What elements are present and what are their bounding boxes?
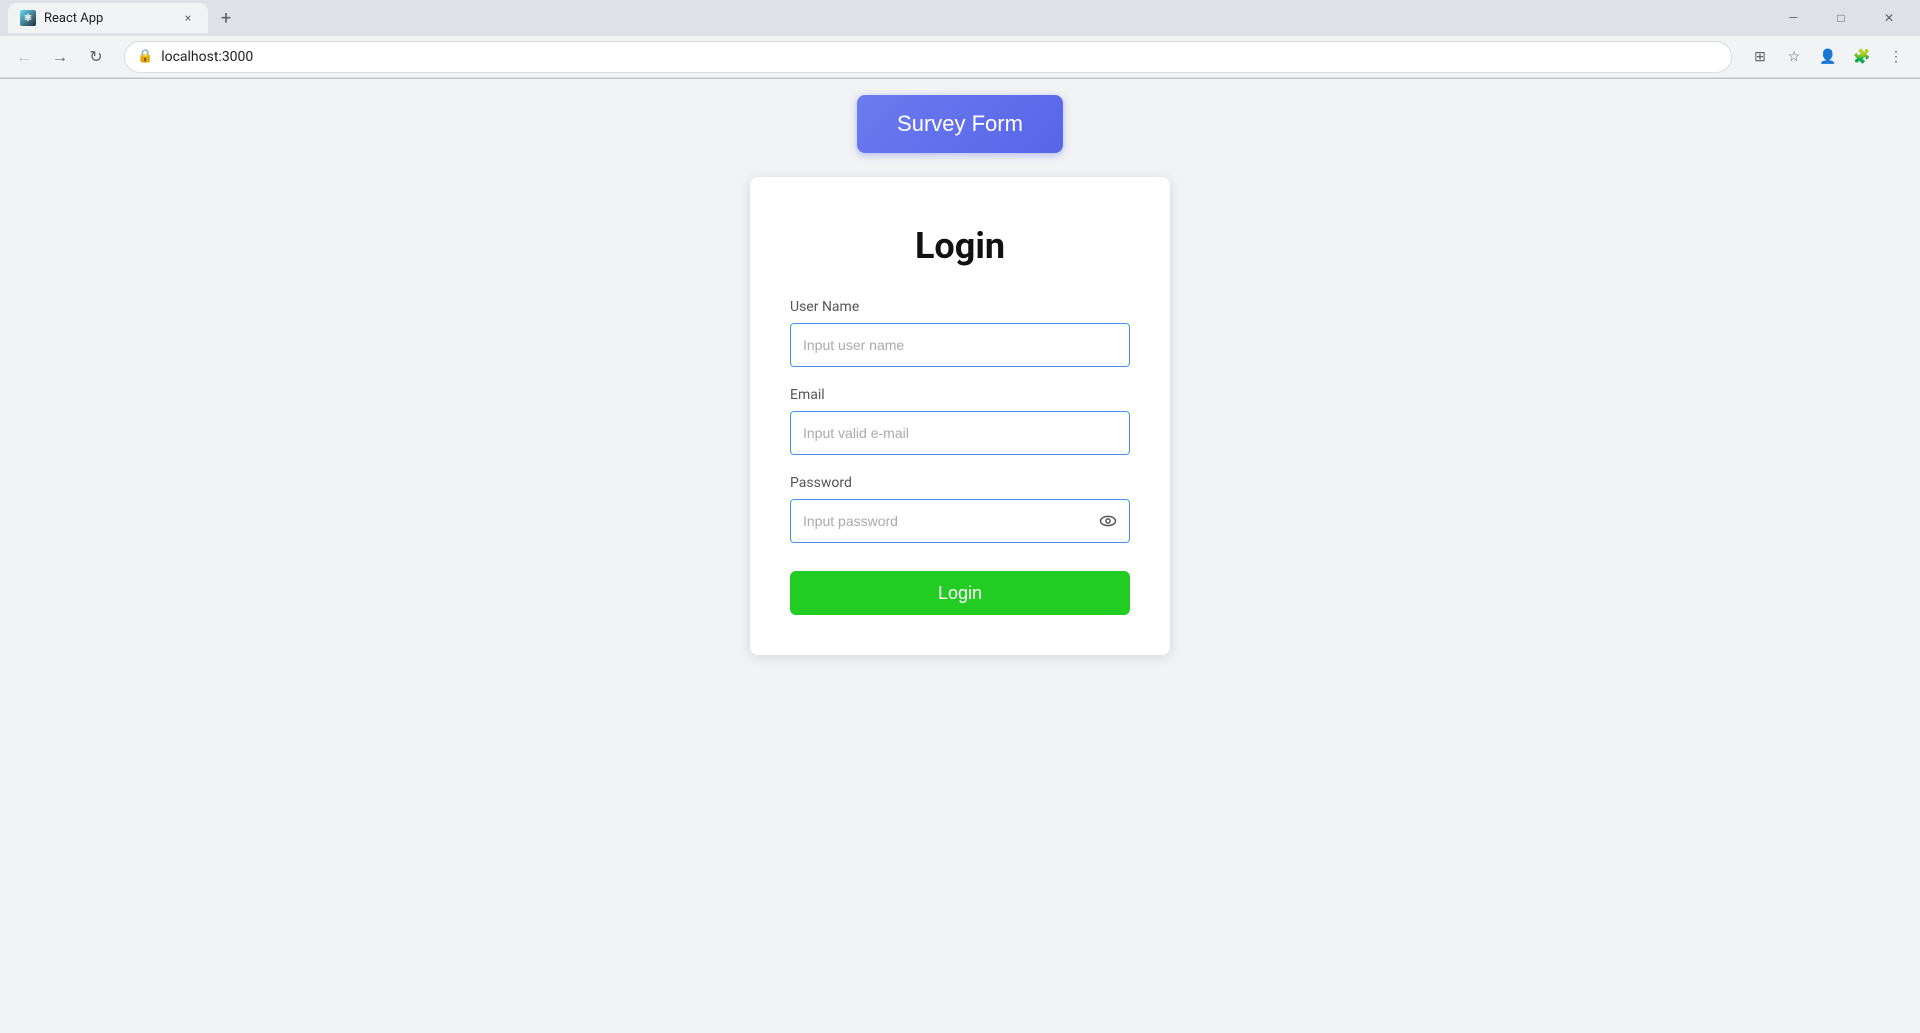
login-title: Login [790,225,1130,267]
login-card: Login User Name Email Password Login [750,177,1170,655]
login-button[interactable]: Login [790,571,1130,615]
lock-icon: 🔒 [137,49,153,64]
password-form-group: Password [790,475,1130,543]
url-text: localhost:3000 [161,49,1719,65]
tab-close-button[interactable]: × [180,10,196,26]
password-wrapper [790,499,1130,543]
reload-button[interactable]: ↻ [80,41,112,73]
page-content: Survey Form Login User Name Email Passwo… [0,79,1920,1033]
tab-title: React App [44,11,172,26]
eye-svg [1098,511,1118,531]
toggle-password-icon[interactable] [1098,511,1118,531]
translate-icon[interactable]: ⊞ [1744,41,1776,73]
close-window-button[interactable]: ✕ [1866,0,1912,36]
minimize-button[interactable]: — [1770,0,1816,36]
forward-button[interactable]: → [44,41,76,73]
maximize-button[interactable]: □ [1818,0,1864,36]
survey-form-button[interactable]: Survey Form [857,95,1063,153]
browser-chrome: ⚛ React App × + — □ ✕ ← → ↻ 🔒 localhost:… [0,0,1920,79]
password-label: Password [790,475,1130,491]
tab-bar: ⚛ React App × + — □ ✕ [0,0,1920,36]
extensions-icon[interactable]: 🧩 [1846,41,1878,73]
email-form-group: Email [790,387,1130,455]
toolbar: ← → ↻ 🔒 localhost:3000 ⊞ ☆ 👤 🧩 ⋮ [0,36,1920,78]
tab-favicon: ⚛ [20,10,36,26]
bookmark-star-icon[interactable]: ☆ [1778,41,1810,73]
address-bar[interactable]: 🔒 localhost:3000 [124,41,1732,73]
username-input[interactable] [790,323,1130,367]
back-button[interactable]: ← [8,41,40,73]
username-label: User Name [790,299,1130,315]
password-input[interactable] [790,499,1130,543]
email-input[interactable] [790,411,1130,455]
menu-icon[interactable]: ⋮ [1880,41,1912,73]
email-label: Email [790,387,1130,403]
profile-icon[interactable]: 👤 [1812,41,1844,73]
active-tab[interactable]: ⚛ React App × [8,3,208,33]
toolbar-icons: ⊞ ☆ 👤 🧩 ⋮ [1744,41,1912,73]
new-tab-button[interactable]: + [212,4,240,32]
window-controls: — □ ✕ [1770,0,1912,36]
username-form-group: User Name [790,299,1130,367]
